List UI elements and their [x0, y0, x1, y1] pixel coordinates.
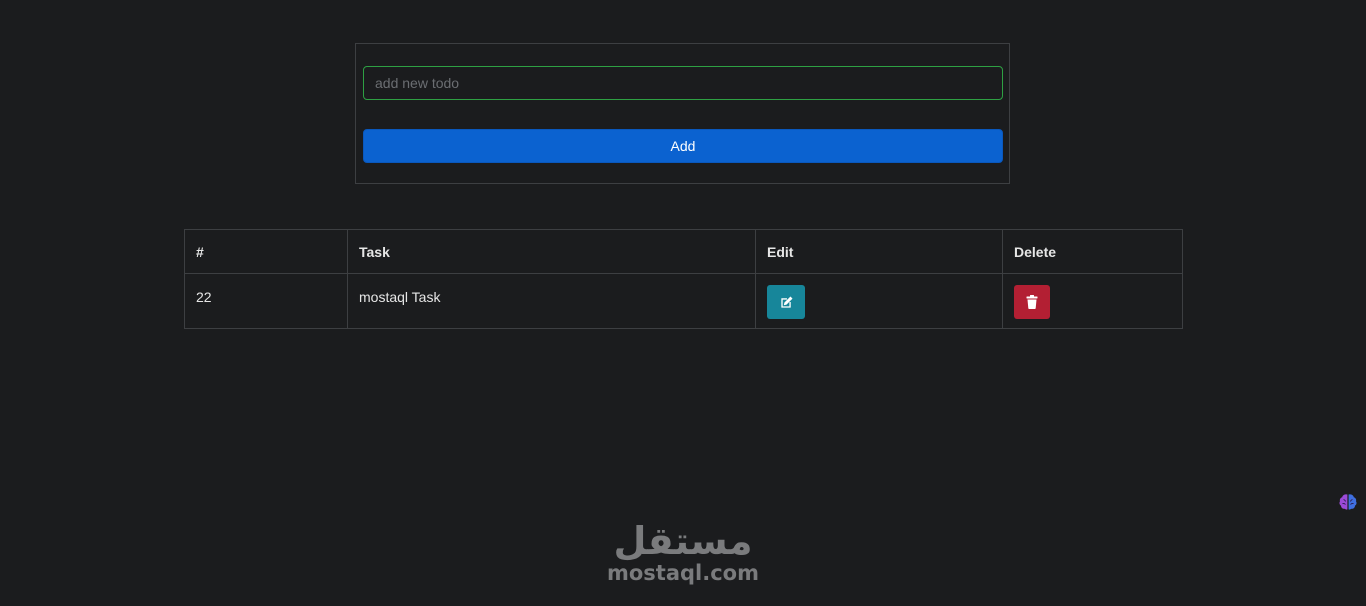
watermark-latin: mostaql.com — [607, 561, 759, 585]
table-header-row: # Task Edit Delete — [184, 229, 1183, 274]
table-row: 22 mostaql Task — [184, 273, 1183, 329]
column-header-delete: Delete — [1002, 229, 1183, 274]
column-header-number: # — [184, 229, 348, 274]
mostaql-watermark: مستقل mostaql.com — [600, 518, 766, 584]
todo-id: 22 — [184, 273, 348, 329]
todo-page: Add # Task Edit Delete 22 mostaql Task — [0, 0, 1366, 606]
watermark-arabic: مستقل — [613, 519, 753, 563]
delete-cell — [1002, 273, 1183, 329]
new-todo-input[interactable] — [363, 66, 1003, 100]
todo-table: # Task Edit Delete 22 mostaql Task — [184, 229, 1183, 329]
edit-cell — [755, 273, 1003, 329]
add-button[interactable]: Add — [363, 129, 1003, 163]
edit-button[interactable] — [767, 285, 805, 319]
trash-icon — [1026, 295, 1038, 309]
edit-icon — [780, 296, 792, 308]
todo-task: mostaql Task — [347, 273, 756, 329]
brain-icon[interactable] — [1338, 492, 1358, 512]
column-header-edit: Edit — [755, 229, 1003, 274]
column-header-task: Task — [347, 229, 756, 274]
delete-button[interactable] — [1014, 285, 1050, 319]
add-todo-form: Add — [355, 43, 1010, 184]
